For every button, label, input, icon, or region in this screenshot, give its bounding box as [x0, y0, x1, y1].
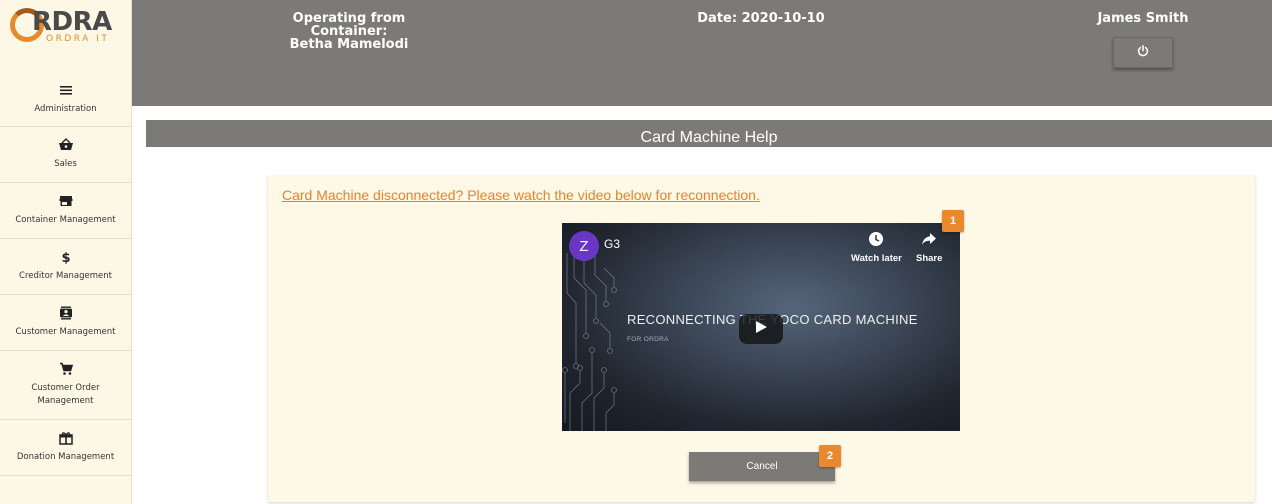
sidebar-item-label: Creditor Management — [19, 271, 112, 281]
watch-later-label: Watch later — [851, 253, 902, 264]
step-badge-video: 1 — [942, 210, 964, 232]
brand-name: RDRA — [32, 7, 112, 37]
channel-avatar[interactable]: Z — [569, 231, 599, 261]
sidebar-item-donation-management[interactable]: Donation Management — [0, 420, 131, 476]
sidebar-item-customer-management[interactable]: Customer Management — [0, 295, 131, 351]
step-badge-cancel: 2 — [819, 445, 841, 467]
sidebar-item-label: Customer Management — [15, 327, 116, 337]
sidebar-item-label: Customer Order Management — [31, 383, 100, 406]
sidebar: RDRA ORDRA IT Administration Sales Conta… — [0, 0, 132, 504]
share-button[interactable]: Share — [916, 231, 942, 264]
container-info: Operating from Container: Betha Mamelodi — [254, 12, 444, 51]
logout-button[interactable] — [1113, 37, 1173, 68]
brand-logo[interactable]: RDRA ORDRA IT — [8, 6, 124, 46]
cart-icon — [58, 361, 74, 377]
page-title: Card Machine Help — [640, 129, 778, 146]
sidebar-item-container-management[interactable]: Container Management — [0, 183, 131, 239]
svg-text:$: $ — [61, 251, 70, 264]
channel-name[interactable]: G3 — [604, 237, 620, 251]
user-name: James Smith — [1097, 11, 1189, 26]
sidebar-item-administration[interactable]: Administration — [0, 72, 131, 127]
watch-later-button[interactable]: Watch later — [851, 231, 902, 264]
contact-card-icon — [58, 305, 74, 321]
container-label: Operating from Container: — [292, 11, 406, 39]
sidebar-nav: Administration Sales Container Managemen… — [0, 72, 131, 476]
menu-icon — [58, 82, 74, 98]
sidebar-item-label: Container Management — [15, 215, 116, 225]
sidebar-item-customer-order-management[interactable]: Customer Order Management — [0, 351, 131, 420]
video-subtitle: FOR ORDRA — [627, 336, 669, 343]
sidebar-item-label: Sales — [54, 159, 77, 169]
share-arrow-icon — [921, 231, 937, 250]
play-button[interactable] — [739, 314, 783, 344]
reconnection-help-link[interactable]: Card Machine disconnected? Please watch … — [282, 187, 760, 203]
play-icon — [754, 320, 768, 339]
basket-icon — [58, 137, 74, 153]
sidebar-item-label: Donation Management — [16, 452, 115, 462]
cancel-button[interactable]: Cancel — [689, 452, 835, 481]
store-icon — [58, 193, 74, 209]
clock-icon — [868, 231, 884, 250]
video-player[interactable]: Z G3 Watch later Share RECONNECTING THE … — [562, 223, 960, 431]
share-label: Share — [916, 253, 943, 264]
top-header: Operating from Container: Betha Mamelodi… — [132, 0, 1272, 106]
current-date: Date: 2020-10-10 — [697, 11, 825, 26]
page-title-bar: Card Machine Help — [146, 120, 1272, 147]
power-icon — [1137, 44, 1149, 62]
sidebar-item-sales[interactable]: Sales — [0, 127, 131, 183]
dollar-icon: $ — [58, 249, 74, 265]
gift-icon — [58, 430, 74, 446]
help-card: Card Machine disconnected? Please watch … — [268, 176, 1255, 502]
container-name: Betha Mamelodi — [289, 37, 409, 52]
sidebar-item-creditor-management[interactable]: $ Creditor Management — [0, 239, 131, 295]
brand-tagline: ORDRA IT — [46, 34, 110, 44]
sidebar-item-label: Administration — [34, 104, 97, 114]
